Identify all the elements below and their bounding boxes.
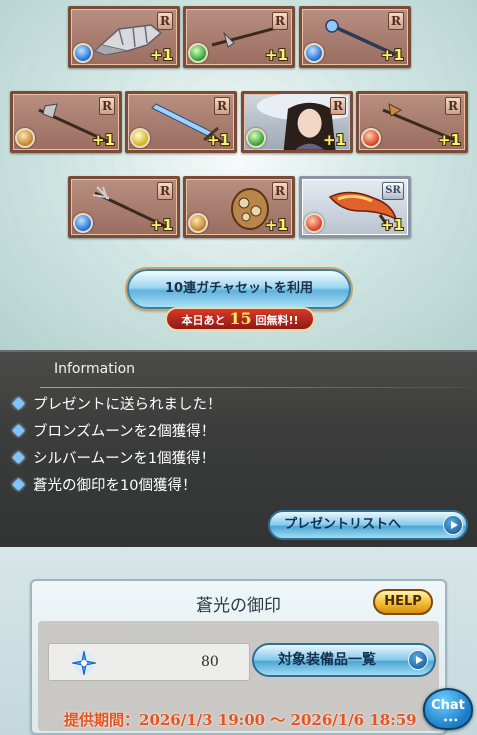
info-item: ブロンズムーンを2個獲得！ (12, 420, 216, 444)
present-list-label: プレゼントリストへ (284, 517, 402, 532)
earth-element-icon (15, 128, 35, 148)
fire-element-icon (361, 128, 381, 148)
result-card-4[interactable]: R +1 (10, 91, 122, 153)
divider (40, 387, 470, 388)
light-element-icon (130, 128, 150, 148)
plus-badge: +1 (380, 46, 404, 64)
seal-count: 80 (201, 654, 219, 670)
info-item: シルバームーンを1個獲得！ (12, 447, 216, 471)
rarity-badge: R (99, 97, 115, 115)
plus-badge: +1 (91, 131, 115, 149)
seal-count-box: 80 (48, 643, 250, 681)
info-text: ブロンズムーンを2個獲得！ (33, 424, 216, 440)
result-card-3[interactable]: R +1 (299, 6, 411, 68)
rarity-badge: R (214, 97, 230, 115)
rarity-badge: R (272, 12, 288, 30)
info-item: 蒼光の御印を10個獲得！ (12, 474, 197, 498)
result-card-2[interactable]: R +1 (183, 6, 295, 68)
diamond-bullet-icon (12, 397, 25, 410)
wind-element-icon (246, 128, 266, 148)
info-text: シルバームーンを1個獲得！ (33, 451, 216, 467)
rarity-badge: R (445, 97, 461, 115)
diamond-bullet-icon (12, 424, 25, 437)
result-card-5[interactable]: R +1 (125, 91, 237, 153)
free-draws-banner: 本日あと 15 回無料!! (165, 307, 315, 331)
present-list-button[interactable]: プレゼントリストへ (268, 510, 468, 540)
rarity-badge: R (388, 12, 404, 30)
fire-element-icon (304, 213, 324, 233)
wind-element-icon (188, 43, 208, 63)
rarity-badge: R (272, 182, 288, 200)
result-card-6[interactable]: R +1 (241, 91, 353, 153)
chat-dots-icon: ••• (443, 716, 459, 725)
plus-badge: +1 (322, 131, 346, 149)
result-card-7[interactable]: R +1 (356, 91, 468, 153)
seal-panel: 蒼光の御印 HELP 80 対象装備品一覧 提供期間：2026/1/3 19:0… (30, 579, 447, 735)
diamond-bullet-icon (12, 451, 25, 464)
plus-badge: +1 (380, 216, 404, 234)
free-prefix: 本日あと (181, 314, 226, 327)
seal-inner-box: 80 対象装備品一覧 提供期間：2026/1/3 19:00 〜 2026/1/… (38, 621, 439, 731)
ten-draw-gacha-button[interactable]: 10連ガチャセットを利用 (127, 269, 351, 309)
plus-badge: +1 (264, 216, 288, 234)
rarity-badge: SR (382, 182, 404, 200)
result-card-10[interactable]: SR +1 (299, 176, 411, 238)
seal-area: 蒼光の御印 HELP 80 対象装備品一覧 提供期間：2026/1/3 19:0… (0, 547, 477, 735)
plus-badge: +1 (149, 216, 173, 234)
water-element-icon (304, 43, 324, 63)
target-equipment-list-button[interactable]: 対象装備品一覧 (252, 643, 436, 677)
rarity-badge: R (157, 12, 173, 30)
chat-label: Chat (431, 698, 465, 713)
rarity-badge: R (330, 97, 346, 115)
information-title: Information (54, 361, 136, 377)
rarity-badge: R (157, 182, 173, 200)
plus-badge: +1 (437, 131, 461, 149)
water-element-icon (73, 43, 93, 63)
info-text: プレゼントに送られました！ (33, 397, 222, 413)
free-suffix: 回無料!! (255, 314, 299, 327)
info-item: プレゼントに送られました！ (12, 393, 222, 417)
offer-period: 提供期間：2026/1/3 19:00 〜 2026/1/6 18:59 (64, 711, 417, 729)
chat-button[interactable]: Chat ••• (423, 688, 473, 730)
free-count: 15 (229, 309, 252, 328)
information-panel: Information プレゼントに送られました！ ブロンズムーンを2個獲得！ … (0, 350, 477, 547)
gacha-results-area: R +1 R +1 R +1 R +1 R +1 R +1 R +1 R +1 … (0, 0, 477, 350)
plus-badge: +1 (206, 131, 230, 149)
plus-badge: +1 (149, 46, 173, 64)
diamond-bullet-icon (12, 478, 25, 491)
result-card-9[interactable]: R +1 (183, 176, 295, 238)
target-equipment-label: 対象装備品一覧 (278, 652, 376, 668)
result-card-8[interactable]: R +1 (68, 176, 180, 238)
water-element-icon (73, 213, 93, 233)
result-card-1[interactable]: R +1 (68, 6, 180, 68)
plus-badge: +1 (264, 46, 288, 64)
help-button[interactable]: HELP (373, 589, 433, 615)
arrow-right-icon (443, 515, 463, 535)
arrow-right-icon (408, 650, 428, 670)
info-text: 蒼光の御印を10個獲得！ (33, 478, 197, 494)
blue-seal-icon (71, 650, 97, 676)
earth-element-icon (188, 213, 208, 233)
